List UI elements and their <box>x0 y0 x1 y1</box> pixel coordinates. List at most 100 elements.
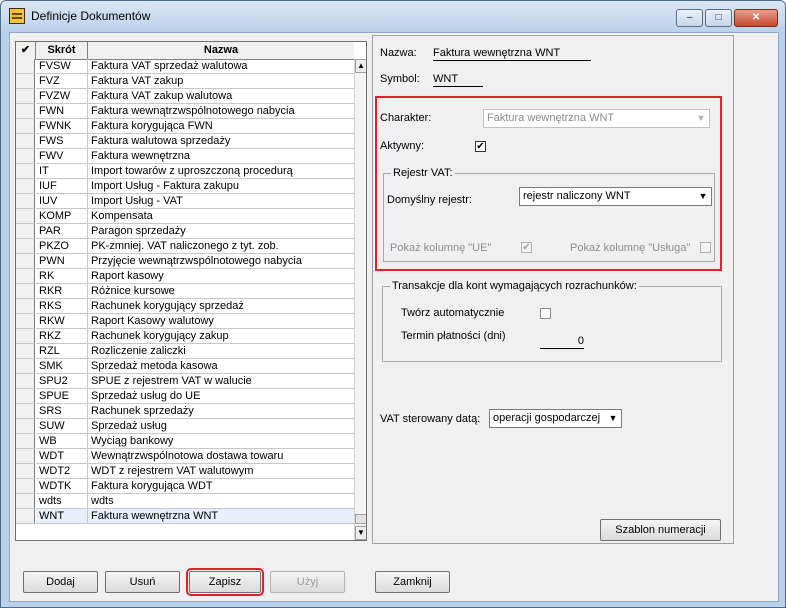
table-row[interactable]: RZL Rozliczenie zaliczki <box>16 344 354 359</box>
usun-button[interactable]: Usuń <box>105 571 180 593</box>
row-selector-cell[interactable] <box>16 239 35 254</box>
uzyj-button[interactable]: Użyj <box>270 571 345 593</box>
row-selector-cell[interactable] <box>16 254 35 269</box>
table-row[interactable]: SUW Sprzedaż usług <box>16 419 354 434</box>
row-selector-cell[interactable] <box>16 209 35 224</box>
termin-field[interactable]: 0 <box>540 334 584 349</box>
symbol-field[interactable]: WNT <box>433 72 483 87</box>
grid-vertical-scrollbar[interactable]: ▲ ▼ <box>354 59 366 540</box>
row-selector-cell[interactable] <box>16 314 35 329</box>
table-row[interactable]: WB Wyciąg bankowy <box>16 434 354 449</box>
code-cell: RKS <box>36 299 88 314</box>
code-cell: WDTK <box>36 479 88 494</box>
name-cell: Raport kasowy <box>88 269 354 284</box>
row-selector-cell[interactable] <box>16 194 35 209</box>
row-selector-cell[interactable] <box>16 509 35 524</box>
name-cell: PK-zmniej. VAT naliczonego z tyt. zob. <box>88 239 354 254</box>
pokaz-usluga-checkbox[interactable] <box>700 242 711 253</box>
scroll-down-icon[interactable]: ▼ <box>355 526 366 540</box>
row-selector-cell[interactable] <box>16 434 35 449</box>
zamknij-button[interactable]: Zamknij <box>375 571 450 593</box>
table-row[interactable]: PAR Paragon sprzedaży <box>16 224 354 239</box>
row-selector-cell[interactable] <box>16 74 35 89</box>
row-selector-cell[interactable] <box>16 449 35 464</box>
table-row[interactable]: IT Import towarów z uproszczoną procedurą <box>16 164 354 179</box>
table-row[interactable]: PWN Przyjęcie wewnątrzwspólnotowego nabyc… <box>16 254 354 269</box>
transakcje-group: Transakcje dla kont wymagających rozrach… <box>382 280 722 362</box>
row-selector-cell[interactable] <box>16 479 35 494</box>
aktywny-checkbox[interactable]: ✔ <box>475 141 486 152</box>
zapisz-button[interactable]: Zapisz <box>186 568 264 596</box>
table-row[interactable]: SMK Sprzedaż metoda kasowa <box>16 359 354 374</box>
pokaz-ue-checkbox[interactable]: ✔ <box>521 242 532 253</box>
szablon-numeracji-button[interactable]: Szablon numeracji <box>600 519 721 541</box>
name-cell: Sprzedaż metoda kasowa <box>88 359 354 374</box>
table-row[interactable]: SRS Rachunek sprzedaży <box>16 404 354 419</box>
table-row[interactable]: RKZ Rachunek korygujący zakup <box>16 329 354 344</box>
table-row[interactable]: RKR Różnice kursowe <box>16 284 354 299</box>
row-selector-cell[interactable] <box>16 164 35 179</box>
table-row[interactable]: FWS Faktura walutowa sprzedaży <box>16 134 354 149</box>
table-row[interactable]: SPU2 SPUE z rejestrem VAT w walucie <box>16 374 354 389</box>
row-selector-cell[interactable] <box>16 404 35 419</box>
scroll-thumb[interactable] <box>355 514 366 524</box>
dodaj-button[interactable]: Dodaj <box>23 571 98 593</box>
aktywny-label: Aktywny: <box>380 140 425 152</box>
row-selector-cell[interactable] <box>16 149 35 164</box>
charakter-select[interactable]: Faktura wewnętrzna WNT ▼ <box>483 109 710 128</box>
tworz-label: Twórz automatycznie <box>401 307 505 319</box>
table-row[interactable]: RKW Raport Kasowy walutowy <box>16 314 354 329</box>
row-selector-cell[interactable] <box>16 104 35 119</box>
name-cell: wdts <box>88 494 354 509</box>
row-selector-cell[interactable] <box>16 299 35 314</box>
row-selector-cell[interactable] <box>16 344 35 359</box>
row-selector-cell[interactable] <box>16 119 35 134</box>
scroll-up-icon[interactable]: ▲ <box>355 59 366 73</box>
table-row[interactable]: KOMP Kompensata <box>16 209 354 224</box>
row-selector-cell[interactable] <box>16 359 35 374</box>
row-selector-cell[interactable] <box>16 179 35 194</box>
row-selector-cell[interactable] <box>16 329 35 344</box>
tworz-checkbox[interactable] <box>540 308 551 319</box>
table-row[interactable]: FVZ Faktura VAT zakup <box>16 74 354 89</box>
table-row[interactable]: WDTK Faktura korygująca WDT <box>16 479 354 494</box>
table-row[interactable]: WDT Wewnątrzwspólnotowa dostawa towaru <box>16 449 354 464</box>
table-row[interactable]: WDT2 WDT z rejestrem VAT walutowym <box>16 464 354 479</box>
table-row[interactable]: wdts wdts <box>16 494 354 509</box>
row-selector-cell[interactable] <box>16 224 35 239</box>
code-column-header[interactable]: Skrót <box>36 42 88 59</box>
table-row[interactable]: IUF Import Usług - Faktura zakupu <box>16 179 354 194</box>
table-row[interactable]: WNT Faktura wewnętrzna WNT <box>16 509 354 524</box>
table-row[interactable]: FWNK Faktura korygująca FWN <box>16 119 354 134</box>
vat-sterowany-select[interactable]: operacji gospodarczej ▼ <box>489 409 622 428</box>
row-selector-cell[interactable] <box>16 389 35 404</box>
table-row[interactable]: FVZW Faktura VAT zakup walutowa <box>16 89 354 104</box>
table-row[interactable]: FVSW Faktura VAT sprzedaż walutowa <box>16 59 354 74</box>
nazwa-field[interactable]: Faktura wewnętrzna WNT <box>433 46 591 61</box>
row-selector-cell[interactable] <box>16 494 35 509</box>
row-selector-cell[interactable] <box>16 59 35 74</box>
table-row[interactable]: FWN Faktura wewnątrzwspólnotowego nabycia <box>16 104 354 119</box>
domyslny-rejestr-select[interactable]: rejestr naliczony WNT ▼ <box>519 187 712 206</box>
close-window-button[interactable]: ✕ <box>734 9 778 27</box>
row-selector-cell[interactable] <box>16 464 35 479</box>
table-row[interactable]: SPUE Sprzedaż usług do UE <box>16 389 354 404</box>
row-selector-cell[interactable] <box>16 284 35 299</box>
table-row[interactable]: RK Raport kasowy <box>16 269 354 284</box>
row-selector-cell[interactable] <box>16 269 35 284</box>
minimize-button[interactable]: – <box>676 9 703 27</box>
table-row[interactable]: PKZO PK-zmniej. VAT naliczonego z tyt. zo… <box>16 239 354 254</box>
row-selector-cell[interactable] <box>16 419 35 434</box>
active-column-header[interactable]: ✔ <box>16 42 36 59</box>
document-list-grid[interactable]: ✔ Skrót Nazwa FVSW Faktura VAT sprzedaż w… <box>15 41 367 541</box>
table-row[interactable]: IUV Import Usług - VAT <box>16 194 354 209</box>
name-column-header[interactable]: Nazwa <box>88 42 354 59</box>
maximize-button[interactable]: □ <box>705 9 732 27</box>
code-cell: FWS <box>36 134 88 149</box>
pokaz-ue-label: Pokaż kolumnę "UE" <box>390 242 492 254</box>
table-row[interactable]: RKS Rachunek korygujący sprzedaż <box>16 299 354 314</box>
row-selector-cell[interactable] <box>16 134 35 149</box>
row-selector-cell[interactable] <box>16 374 35 389</box>
table-row[interactable]: FWV Faktura wewnętrzna <box>16 149 354 164</box>
row-selector-cell[interactable] <box>16 89 35 104</box>
